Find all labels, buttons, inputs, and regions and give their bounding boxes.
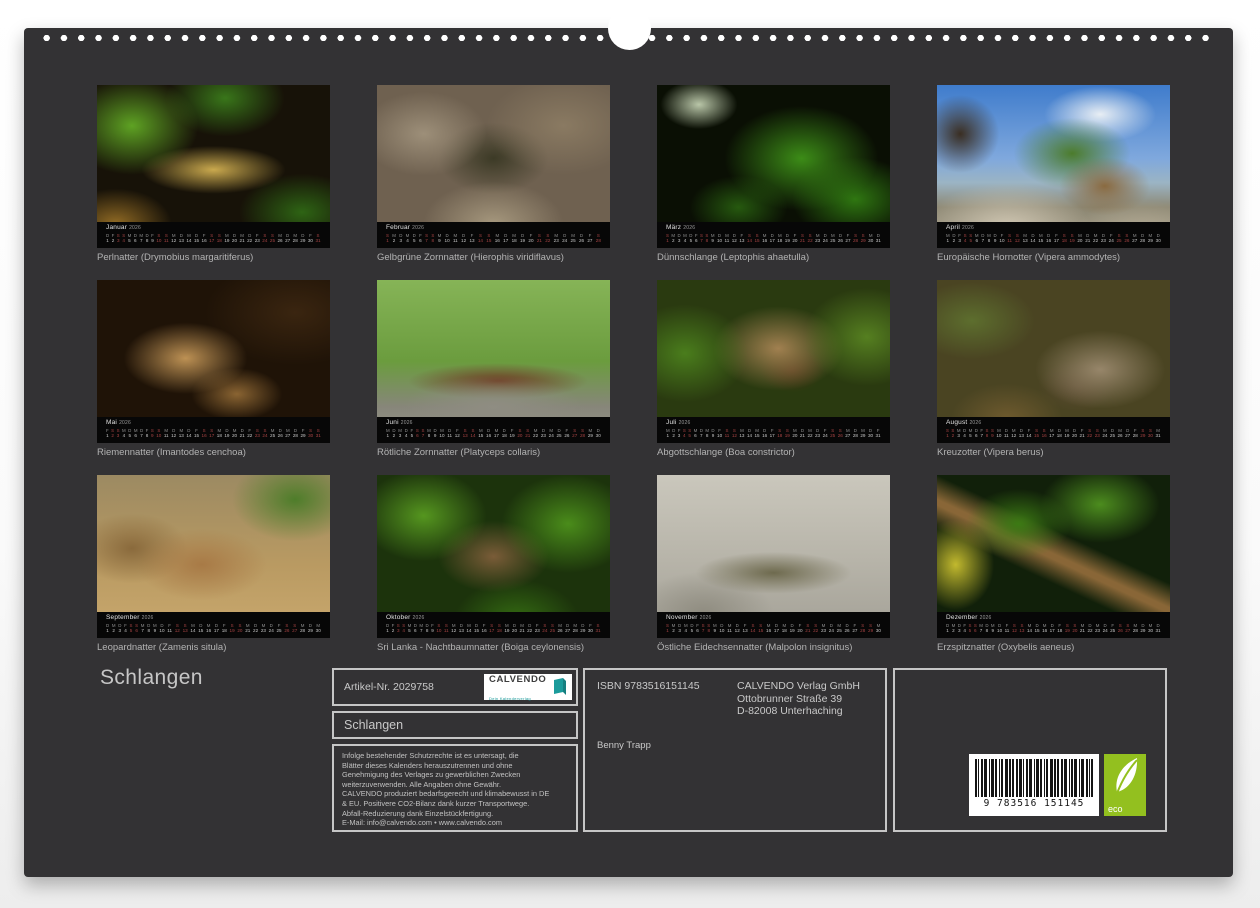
series-title-box: Schlangen [332,711,578,739]
article-number: Artikel-Nr. 2029758 [344,681,434,693]
mini-calendar-month-label: März2026 [666,224,881,232]
mini-calendar-month-label: Februar2026 [386,224,601,232]
mini-calendar-november: November2026 S1M2D3M4D5F6S7S8M9D10M11D12… [657,612,890,638]
thumb-card-november: November2026 S1M2D3M4D5F6S7S8M9D10M11D12… [657,475,890,654]
mini-calendar-days: F1S2S3M4D5M6D7F8S9S10M11D12M13D14F15S16S… [106,428,321,438]
snake-photo-november: November2026 S1M2D3M4D5F6S7S8M9D10M11D12… [657,475,890,638]
thumb-caption: Rötliche Zornnatter (Platyceps collaris) [377,447,610,459]
month-thumbnail-grid: Januar2026 D1F2S3S4M5D6M7D8F9S10S11M12D1… [97,85,1170,654]
barcode-digits: 9 783516 151145 [975,797,1093,810]
mini-calendar-januar: Januar2026 D1F2S3S4M5D6M7D8F9S10S11M12D1… [97,222,330,248]
mini-calendar-juli: Juli2026 M1D2F3S4S5M6D7M8D9F10S11S12M13D… [657,417,890,443]
mini-calendar-days: S1M2D3M4D5F6S7S8M9D10M11D12F13S14S15M16D… [386,233,601,243]
thumb-caption: Europäische Hornotter (Vipera ammodytes) [937,252,1170,264]
calvendo-wordmark: CALVENDO [489,674,546,685]
mini-calendar-month-label: Dezember2026 [946,614,1161,622]
mini-calendar-mai: Mai2026 F1S2S3M4D5M6D7F8S9S10M11D12M13D1… [97,417,330,443]
thumb-caption: Erzspitznatter (Oxybelis aeneus) [937,642,1170,654]
mini-calendar-month-label: April2026 [946,224,1161,232]
mini-calendar-month-label: Juli2026 [666,419,881,427]
mini-calendar-month-label: Mai2026 [106,419,321,427]
thumb-card-januar: Januar2026 D1F2S3S4M5D6M7D8F9S10S11M12D1… [97,85,330,264]
article-number-box: Artikel-Nr. 2029758 CALVENDO Dein Kalend… [332,668,578,706]
thumb-card-april: April2026 M1D2F3S4S5M6D7M8D9F10S11S12M13… [937,85,1170,264]
thumb-caption: Gelbgrüne Zornnatter (Hierophis viridifl… [377,252,610,264]
thumb-card-mai: Mai2026 F1S2S3M4D5M6D7F8S9S10M11D12M13D1… [97,280,330,459]
mini-calendar-days: D1M2D3F4S5S6M7D8M9D10F11S12S13M14D15M16D… [946,623,1161,633]
thumb-caption: Riemennatter (Imantodes cenchoa) [97,447,330,459]
calvendo-logo: CALVENDO Dein Kalenderverlag [484,674,572,700]
mini-calendar-month-label: Oktober2026 [386,614,601,622]
snake-photo-august: August2026 S1S2M3D4M5D6F7S8S9M10D11M12D1… [937,280,1170,443]
mini-calendar-month-label: November2026 [666,614,881,622]
mini-calendar-days: M1D2M3D4F5S6S7M8D9M10D11F12S13S14M15D16M… [386,428,601,438]
series-title: Schlangen [344,718,403,732]
mini-calendar-maerz: März2026 S1M2D3M4D5F6S7S8M9D10M11D12F13S… [657,222,890,248]
ean-barcode: 9 783516 151145 [969,754,1099,816]
thumb-caption: Dünnschlange (Leptophis ahaetulla) [657,252,890,264]
mini-calendar-days: S1M2D3M4D5F6S7S8M9D10M11D12F13S14S15M16D… [666,623,881,633]
eco-leaf-icon [1108,756,1142,800]
thumb-card-maerz: März2026 S1M2D3M4D5F6S7S8M9D10M11D12F13S… [657,85,890,264]
thumb-card-dezember: Dezember2026 D1M2D3F4S5S6M7D8M9D10F11S12… [937,475,1170,654]
eco-badge: eco [1104,754,1146,816]
thumb-caption: Abgottschlange (Boa constrictor) [657,447,890,459]
author-name: Benny Trapp [597,740,873,751]
mini-calendar-month-label: Juni2026 [386,419,601,427]
snake-photo-april: April2026 M1D2F3S4S5M6D7M8D9F10S11S12M13… [937,85,1170,248]
mini-calendar-august: August2026 S1S2M3D4M5D6F7S8S9M10D11M12D1… [937,417,1170,443]
thumb-card-juni: Juni2026 M1D2M3D4F5S6S7M8D9M10D11F12S13S… [377,280,610,459]
mini-calendar-februar: Februar2026 S1M2D3M4D5F6S7S8M9D10M11D12F… [377,222,610,248]
mini-calendar-days: D1F2S3S4M5D6M7D8F9S10S11M12D13M14D15F16S… [106,233,321,243]
thumb-caption: Sri Lanka - Nachtbaumnatter (Boiga ceylo… [377,642,610,654]
legal-text: Infolge bestehender Schutzrechte ist es … [342,751,568,828]
snake-photo-januar: Januar2026 D1F2S3S4M5D6M7D8F9S10S11M12D1… [97,85,330,248]
eco-label: eco [1108,804,1123,814]
calendar-title: Schlangen [100,666,203,690]
snake-photo-mai: Mai2026 F1S2S3M4D5M6D7F8S9S10M11D12M13D1… [97,280,330,443]
mini-calendar-days: S1S2M3D4M5D6F7S8S9M10D11M12D13F14S15S16M… [946,428,1161,438]
thumb-card-oktober: Oktober2026 D1F2S3S4M5D6M7D8F9S10S11M12D… [377,475,610,654]
snake-photo-september: September2026 D1M2D3F4S5S6M7D8M9D10F11S1… [97,475,330,638]
barcode-column-box: 9 783516 151145 eco [893,668,1167,832]
publisher-address: CALVENDO Verlag GmbH Ottobrunner Straße … [737,680,860,718]
snake-photo-dezember: Dezember2026 D1M2D3F4S5S6M7D8M9D10F11S12… [937,475,1170,638]
mini-calendar-days: D1M2D3F4S5S6M7D8M9D10F11S12S13M14D15M16D… [106,623,321,633]
mini-calendar-days: S1M2D3M4D5F6S7S8M9D10M11D12F13S14S15M16D… [666,233,881,243]
snake-photo-oktober: Oktober2026 D1F2S3S4M5D6M7D8F9S10S11M12D… [377,475,610,638]
mini-calendar-days: D1F2S3S4M5D6M7D8F9S10S11M12D13M14D15F16S… [386,623,601,633]
snake-photo-februar: Februar2026 S1M2D3M4D5F6S7S8M9D10M11D12F… [377,85,610,248]
mini-calendar-april: April2026 M1D2F3S4S5M6D7M8D9F10S11S12M13… [937,222,1170,248]
calvendo-tagline: Dein Kalenderverlag [489,696,531,701]
mini-calendar-oktober: Oktober2026 D1F2S3S4M5D6M7D8F9S10S11M12D… [377,612,610,638]
isbn-text: ISBN 9783516151145 [597,680,737,718]
thumb-card-august: August2026 S1S2M3D4M5D6F7S8S9M10D11M12D1… [937,280,1170,459]
isbn-publisher-box: ISBN 9783516151145 CALVENDO Verlag GmbH … [583,668,887,832]
mini-calendar-juni: Juni2026 M1D2M3D4F5S6S7M8D9M10D11F12S13S… [377,417,610,443]
thumb-card-juli: Juli2026 M1D2F3S4S5M6D7M8D9F10S11S12M13D… [657,280,890,459]
thumb-caption: Leopardnatter (Zamenis situla) [97,642,330,654]
thumb-card-februar: Februar2026 S1M2D3M4D5F6S7S8M9D10M11D12F… [377,85,610,264]
mini-calendar-dezember: Dezember2026 D1M2D3F4S5S6M7D8M9D10F11S12… [937,612,1170,638]
hanger-hole-cutout [608,7,651,50]
mini-calendar-september: September2026 D1M2D3F4S5S6M7D8M9D10F11S1… [97,612,330,638]
mini-calendar-days: M1D2F3S4S5M6D7M8D9F10S11S12M13D14M15D16F… [946,233,1161,243]
thumb-card-september: September2026 D1M2D3F4S5S6M7D8M9D10F11S1… [97,475,330,654]
barcode-bars [975,759,1093,797]
calvendo-book-icon [553,678,567,696]
mini-calendar-month-label: Januar2026 [106,224,321,232]
mini-calendar-month-label: August2026 [946,419,1161,427]
calendar-back-page: Januar2026 D1F2S3S4M5D6M7D8F9S10S11M12D1… [24,28,1233,877]
snake-photo-juni: Juni2026 M1D2M3D4F5S6S7M8D9M10D11F12S13S… [377,280,610,443]
snake-photo-juli: Juli2026 M1D2F3S4S5M6D7M8D9F10S11S12M13D… [657,280,890,443]
thumb-caption: Kreuzotter (Vipera berus) [937,447,1170,459]
legal-box: Infolge bestehender Schutzrechte ist es … [332,744,578,832]
thumb-caption: Perlnatter (Drymobius margaritiferus) [97,252,330,264]
mini-calendar-month-label: September2026 [106,614,321,622]
snake-photo-maerz: März2026 S1M2D3M4D5F6S7S8M9D10M11D12F13S… [657,85,890,248]
thumb-caption: Östliche Eidechsennatter (Malpolon insig… [657,642,890,654]
mini-calendar-days: M1D2F3S4S5M6D7M8D9F10S11S12M13D14M15D16F… [666,428,881,438]
